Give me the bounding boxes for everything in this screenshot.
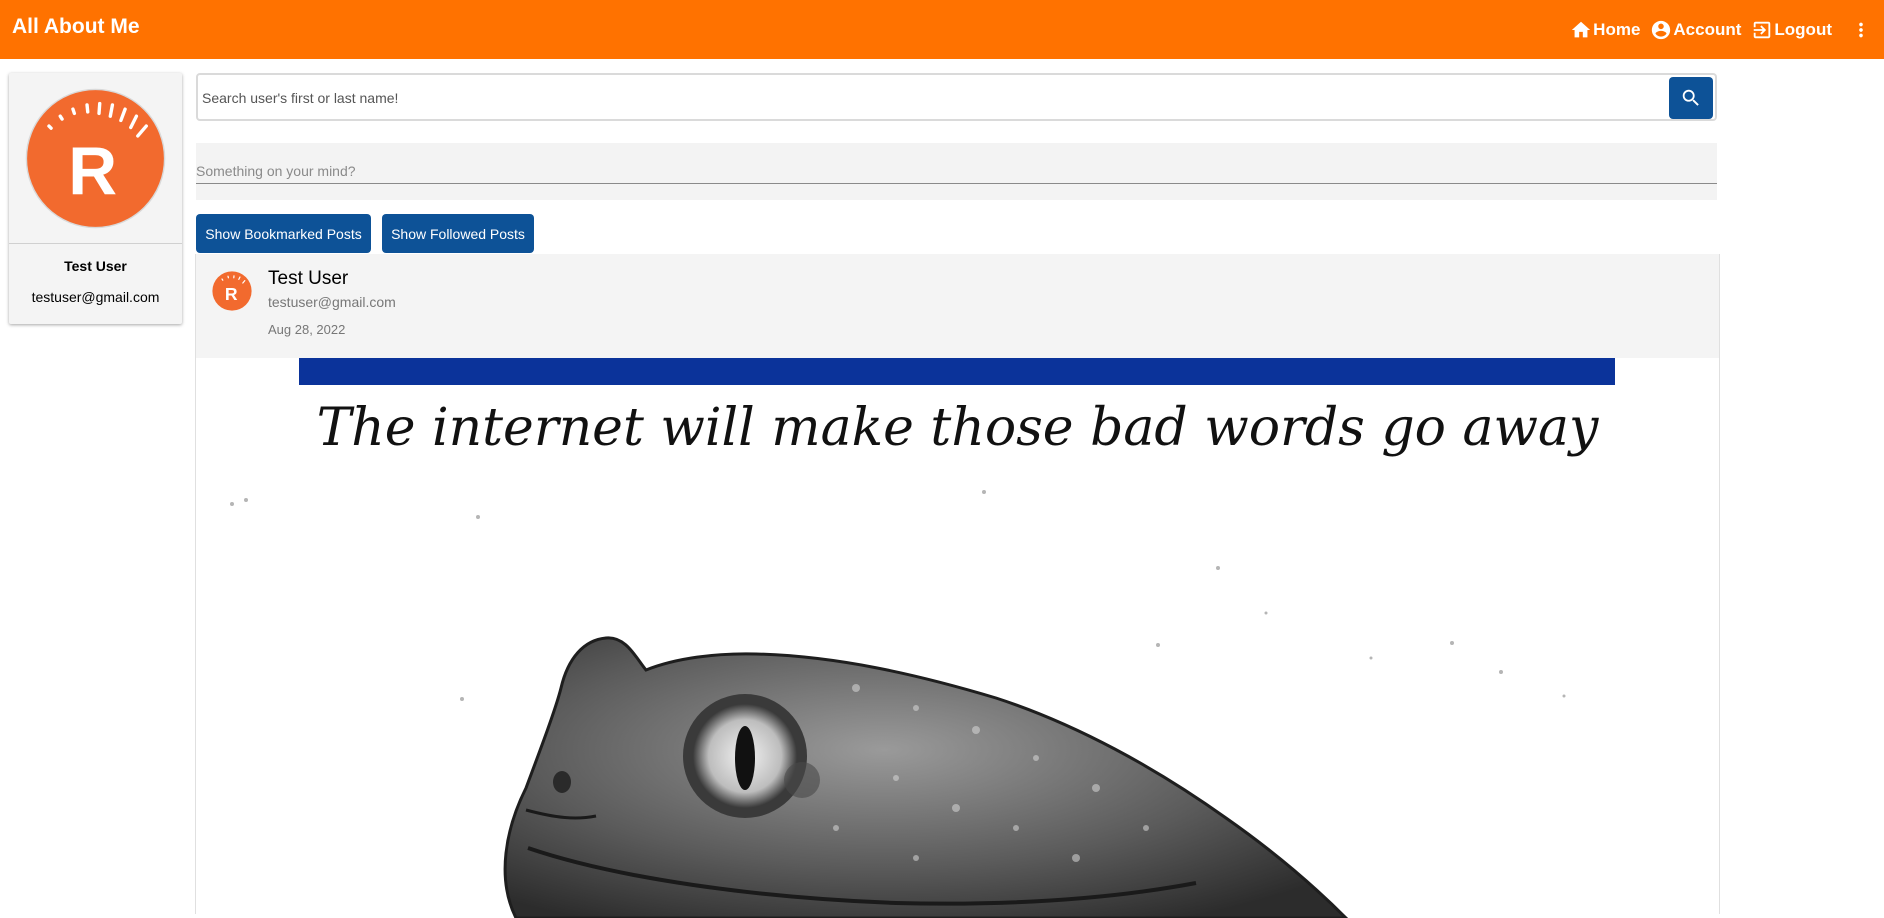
post-author-email: testuser@gmail.com (268, 294, 396, 310)
profile-divider (9, 243, 182, 244)
avatar-letter: R (68, 134, 117, 209)
more-vert-icon (1850, 19, 1872, 41)
post-author-avatar[interactable]: R (212, 271, 252, 311)
nav-account-label: Account (1673, 20, 1741, 40)
app-bar: All About Me Home Account Logout (0, 0, 1884, 59)
profile-name: Test User (9, 258, 182, 274)
post-card: R Test User testuser@gmail.com Aug 28, 2… (195, 254, 1720, 914)
nav-home-label: Home (1593, 20, 1640, 40)
search-input[interactable] (200, 77, 1664, 119)
composer-input[interactable] (196, 159, 1717, 184)
profile-avatar[interactable]: R (25, 88, 166, 229)
post-avatar-letter: R (225, 284, 238, 304)
post-header: R Test User testuser@gmail.com Aug 28, 2… (196, 254, 1719, 358)
show-followed-posts-button[interactable]: Show Followed Posts (382, 214, 534, 253)
post-date: Aug 28, 2022 (268, 322, 345, 337)
search-button[interactable] (1669, 77, 1713, 119)
app-title[interactable]: All About Me (12, 15, 140, 39)
search-icon (1680, 87, 1702, 109)
post-composer (196, 143, 1717, 200)
nav-account[interactable]: Account (1650, 19, 1741, 41)
more-menu-button[interactable] (1850, 19, 1872, 41)
logout-icon (1751, 19, 1773, 41)
frog-illustration (196, 358, 1719, 918)
nav-logout-label: Logout (1774, 20, 1832, 40)
post-image[interactable]: The internet will make those bad words g… (196, 358, 1719, 918)
account-circle-icon (1650, 19, 1672, 41)
nav-menu: Home Account Logout (1570, 0, 1884, 59)
user-search (196, 73, 1717, 121)
profile-card: R Test User testuser@gmail.com (9, 73, 182, 324)
nav-home[interactable]: Home (1570, 19, 1640, 41)
home-icon (1570, 19, 1592, 41)
profile-email: testuser@gmail.com (9, 289, 182, 305)
show-bookmarked-posts-button[interactable]: Show Bookmarked Posts (196, 214, 371, 253)
nav-logout[interactable]: Logout (1751, 19, 1832, 41)
post-author-name[interactable]: Test User (268, 268, 348, 290)
